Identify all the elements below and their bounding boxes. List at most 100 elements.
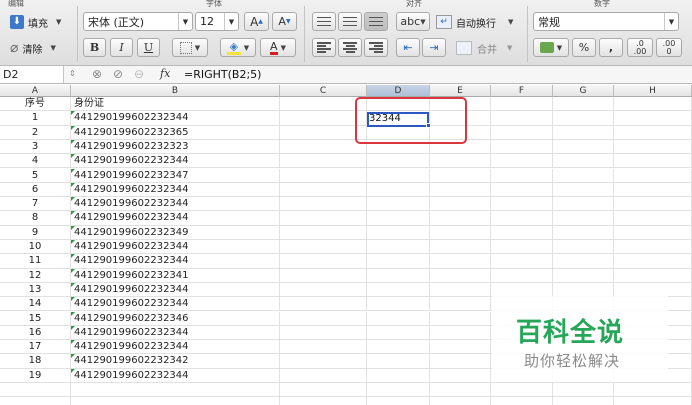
cell[interactable] <box>491 225 553 240</box>
cell[interactable] <box>430 325 491 341</box>
cell[interactable] <box>491 383 553 398</box>
cell[interactable] <box>491 211 553 226</box>
cell[interactable] <box>491 125 553 140</box>
cell[interactable] <box>614 182 692 198</box>
cell[interactable] <box>614 240 692 255</box>
align-right-button[interactable] <box>364 38 388 57</box>
id-number-cell[interactable]: 441290199602232347 <box>71 168 280 183</box>
cell[interactable] <box>367 383 430 398</box>
cell[interactable] <box>367 168 430 183</box>
cell[interactable] <box>614 254 692 269</box>
cell[interactable] <box>430 282 491 298</box>
align-top-button[interactable] <box>312 12 336 31</box>
cell[interactable] <box>280 211 367 226</box>
cell[interactable] <box>553 97 614 112</box>
cell[interactable] <box>280 383 367 398</box>
cell[interactable] <box>614 211 692 226</box>
cell[interactable] <box>614 168 692 183</box>
id-number-cell[interactable]: 441290199602232365 <box>71 125 280 140</box>
cell[interactable] <box>280 368 367 383</box>
cell[interactable] <box>280 97 367 112</box>
cell[interactable] <box>553 268 614 283</box>
cell[interactable] <box>367 282 430 298</box>
id-number-cell[interactable]: 441290199602232344 <box>71 182 280 198</box>
row-index-cell[interactable]: 12 <box>0 268 71 283</box>
cell[interactable] <box>614 383 692 398</box>
id-number-cell[interactable]: 441290199602232344 <box>71 240 280 255</box>
cell[interactable] <box>430 182 491 198</box>
cell[interactable] <box>280 397 367 405</box>
cell[interactable] <box>614 225 692 240</box>
cell[interactable] <box>280 154 367 169</box>
grow-font-button[interactable]: A ▲ <box>244 12 269 31</box>
cell[interactable] <box>614 97 692 112</box>
column-header-h[interactable]: H <box>614 85 692 97</box>
id-number-cell[interactable]: 441290199602232344 <box>71 368 280 383</box>
cell[interactable] <box>553 397 614 405</box>
cell[interactable] <box>491 254 553 269</box>
borders-button[interactable]: ▼ <box>172 38 208 57</box>
row-index-cell[interactable]: 14 <box>0 297 71 312</box>
row-index-cell[interactable]: 4 <box>0 154 71 169</box>
increase-indent-button[interactable]: ⇥ <box>422 38 446 57</box>
cell[interactable] <box>430 240 491 255</box>
cell[interactable] <box>367 397 430 405</box>
id-number-cell[interactable]: 441290199602232344 <box>71 297 280 312</box>
clear-button[interactable]: ⌀ 清除 ▼ <box>10 38 56 58</box>
function-wizard-icon[interactable]: ⊖ <box>134 67 144 81</box>
cell[interactable] <box>280 225 367 240</box>
cell[interactable] <box>553 139 614 155</box>
row-index-cell[interactable]: 5 <box>0 168 71 183</box>
cell[interactable] <box>553 225 614 240</box>
comma-style-button[interactable]: , <box>599 38 623 57</box>
cell[interactable] <box>280 254 367 269</box>
row-index-cell[interactable]: 10 <box>0 240 71 255</box>
row-index-cell[interactable]: 7 <box>0 197 71 212</box>
cell[interactable] <box>367 368 430 383</box>
underline-button[interactable]: U <box>137 38 160 57</box>
id-number-cell[interactable]: 441290199602232342 <box>71 354 280 369</box>
cell[interactable] <box>0 383 71 398</box>
percent-button[interactable]: % <box>572 38 596 57</box>
id-number-cell[interactable]: 441290199602232346 <box>71 311 280 326</box>
cell[interactable] <box>0 397 71 405</box>
cell[interactable] <box>614 397 692 405</box>
cell[interactable] <box>280 125 367 140</box>
row-index-cell[interactable]: 15 <box>0 311 71 326</box>
cell[interactable] <box>614 197 692 212</box>
cell[interactable] <box>553 125 614 140</box>
row-index-cell[interactable]: 18 <box>0 354 71 369</box>
cell[interactable] <box>71 383 280 398</box>
cell[interactable] <box>553 154 614 169</box>
cell[interactable] <box>367 211 430 226</box>
cell[interactable] <box>430 254 491 269</box>
align-left-button[interactable] <box>312 38 336 57</box>
row-index-cell[interactable]: 2 <box>0 125 71 140</box>
cell[interactable] <box>491 154 553 169</box>
id-number-cell[interactable]: 441290199602232323 <box>71 139 280 155</box>
cell[interactable] <box>71 397 280 405</box>
row-index-cell[interactable]: 1 <box>0 111 71 126</box>
cell[interactable] <box>614 154 692 169</box>
cell[interactable] <box>280 311 367 326</box>
formula-input[interactable]: =RIGHT(B2;5) <box>184 66 261 83</box>
header-cell-index[interactable]: 序号 <box>0 97 71 112</box>
font-name-select[interactable]: 宋体 (正文) ▼ <box>83 12 193 31</box>
cell[interactable] <box>491 168 553 183</box>
cell[interactable] <box>367 268 430 283</box>
increase-decimal-button[interactable]: .0 .00 <box>627 38 653 57</box>
font-size-select[interactable]: 12 ▼ <box>195 12 239 31</box>
italic-button[interactable]: I <box>110 38 133 57</box>
cell[interactable] <box>430 354 491 369</box>
cell[interactable] <box>367 254 430 269</box>
cell[interactable] <box>491 139 553 155</box>
row-index-cell[interactable]: 19 <box>0 368 71 383</box>
cell[interactable] <box>491 111 553 126</box>
row-index-cell[interactable]: 11 <box>0 254 71 269</box>
font-color-button[interactable]: A ▼ <box>260 38 296 57</box>
cell[interactable] <box>280 240 367 255</box>
header-cell-id[interactable]: 身份证 <box>71 97 280 112</box>
cell[interactable] <box>367 182 430 198</box>
accounting-format-button[interactable]: ▼ <box>533 38 569 57</box>
cell[interactable] <box>491 268 553 283</box>
